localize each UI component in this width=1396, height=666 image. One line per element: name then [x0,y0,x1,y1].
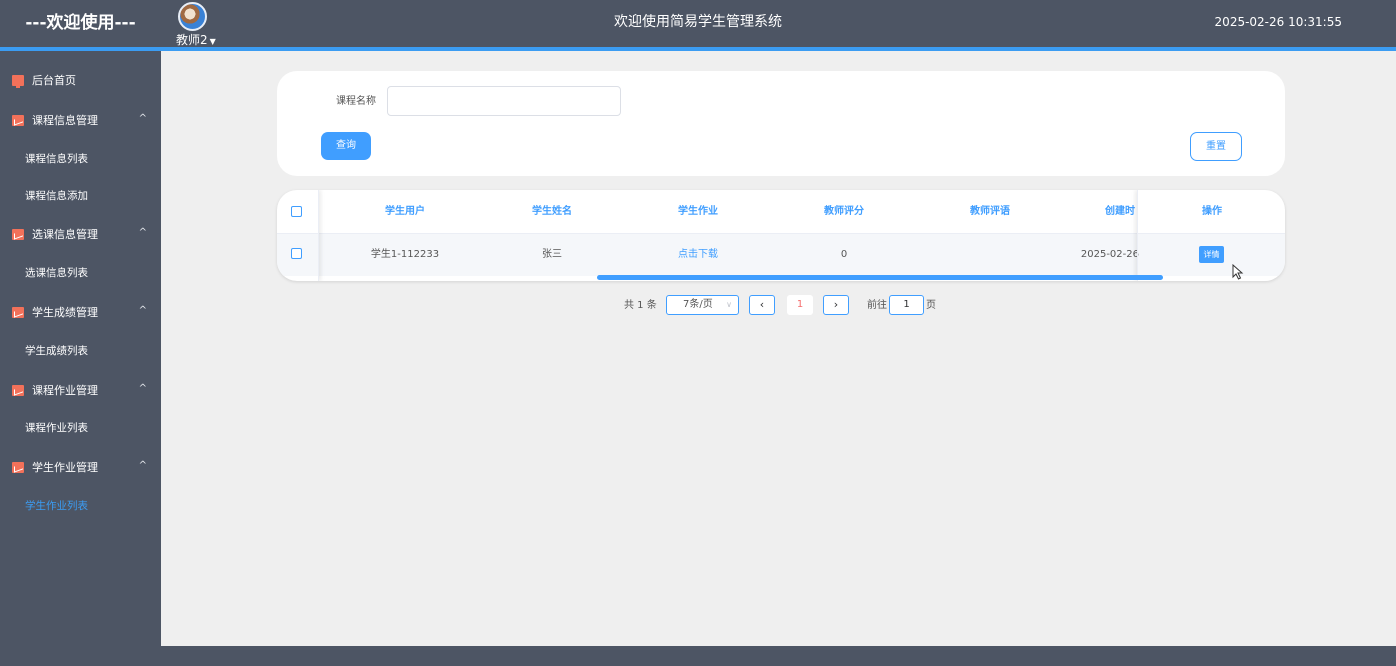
sidebar-group-course-homework[interactable]: 课程作业管理 ^ [0,376,161,404]
page-size-value: 7条/页 [683,299,713,310]
mouse-cursor-icon [1232,264,1244,280]
chevron-up-icon: ^ [138,113,147,124]
download-link[interactable]: 点击下载 [628,234,768,276]
course-name-input[interactable] [387,86,621,116]
detail-button[interactable]: 详情 [1199,246,1224,263]
sidebar-item-course-list[interactable]: 课程信息列表 [0,145,161,173]
column-header-homework[interactable]: 学生作业 [628,190,768,233]
sidebar-group-selection-info[interactable]: 选课信息管理 ^ [0,220,161,248]
chevron-up-icon: ^ [138,227,147,238]
column-header-comment[interactable]: 教师评语 [920,190,1060,233]
cell-student-name: 张三 [542,249,562,260]
total-count: 共 1 条 [624,300,657,311]
main-content: 课程名称 查询 重置 学生用户 学生姓名 学生作业 教师评分 教师评语 创建时 … [161,51,1396,646]
sidebar-group-label: 学生成绩管理 [32,306,98,319]
chart-icon [12,306,24,318]
chart-icon [12,228,24,240]
column-header-student-name[interactable]: 学生姓名 [482,190,622,233]
chart-icon [12,114,24,126]
reset-button[interactable]: 重置 [1190,132,1242,161]
data-table: 学生用户 学生姓名 学生作业 教师评分 教师评语 创建时 学生1-112233 … [277,190,1285,281]
sidebar-group-label: 课程信息管理 [32,114,98,127]
sidebar-item-student-homework-list[interactable]: 学生作业列表 [0,492,161,520]
sidebar-item-label: 后台首页 [32,74,76,87]
chevron-down-icon: ∨ [726,300,732,309]
chart-icon [12,384,24,396]
horizontal-scrollbar[interactable] [597,275,1163,280]
chevron-up-icon: ^ [138,383,147,394]
sidebar-group-label: 选课信息管理 [32,228,98,241]
goto-label: 前往 [867,300,887,311]
sidebar-item-home[interactable]: 后台首页 [0,66,161,94]
search-panel: 课程名称 查询 重置 [277,71,1285,176]
column-header-action: 操作 [1202,206,1222,217]
top-header: ---欢迎使用--- 教师2 ▼ 欢迎使用简易学生管理系统 2025-02-26 … [0,0,1396,47]
footer-bar [161,646,1396,666]
system-title: 欢迎使用简易学生管理系统 [614,14,782,30]
course-name-label: 课程名称 [336,96,376,107]
cell-score: 0 [840,249,848,260]
sidebar-group-course-info[interactable]: 课程信息管理 ^ [0,106,161,134]
chevron-up-icon: ^ [138,305,147,316]
sidebar-item-course-homework-list[interactable]: 课程作业列表 [0,414,161,442]
chart-icon [12,461,24,473]
sidebar-item-course-add[interactable]: 课程信息添加 [0,182,161,210]
query-button[interactable]: 查询 [321,132,371,160]
chevron-up-icon: ^ [138,460,147,471]
sidebar-group-label: 课程作业管理 [32,384,98,397]
monitor-icon [12,74,24,88]
sidebar-item-grades-list[interactable]: 学生成绩列表 [0,337,161,365]
cell-student-user: 学生1-112233 [370,249,440,260]
column-header-student-user[interactable]: 学生用户 [335,190,475,233]
goto-page-input[interactable]: 1 [889,295,924,315]
column-header-created[interactable]: 创建时 [1067,190,1139,233]
select-all-checkbox[interactable] [291,206,302,217]
column-header-score[interactable]: 教师评分 [774,190,914,233]
sidebar-group-grades[interactable]: 学生成绩管理 ^ [0,298,161,326]
next-page-button[interactable]: › [823,295,849,315]
page-size-select[interactable]: 7条/页 ∨ [666,295,739,315]
current-page[interactable]: 1 [787,295,813,315]
page-unit-label: 页 [926,300,936,311]
row-checkbox[interactable] [291,248,302,259]
prev-page-button[interactable]: ‹ [749,295,775,315]
sidebar-item-selection-list[interactable]: 选课信息列表 [0,259,161,287]
fixed-action-column: 操作 [1137,190,1285,281]
fixed-selection-column [277,190,319,281]
sidebar-group-student-homework[interactable]: 学生作业管理 ^ [0,453,161,481]
cell-comment [920,234,1060,276]
datetime: 2025-02-26 10:31:55 [1214,15,1342,29]
sidebar-group-label: 学生作业管理 [32,461,98,474]
sidebar: 后台首页 课程信息管理 ^ 课程信息列表 课程信息添加 选课信息管理 ^ 选课信… [0,51,161,666]
cell-created: 2025-02-26 [1080,249,1139,260]
